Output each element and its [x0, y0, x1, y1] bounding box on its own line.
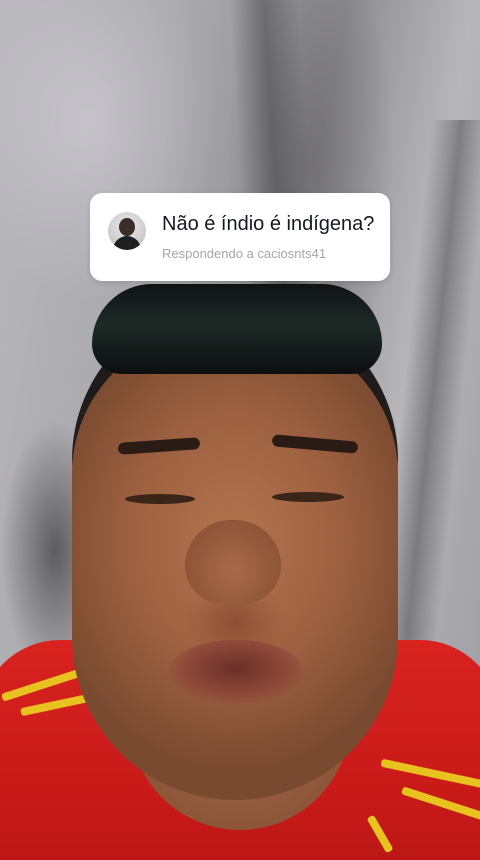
video-frame[interactable]: Não é índio é indígena? Respondendo a ca…: [0, 0, 480, 860]
left-eye: [125, 494, 195, 504]
right-eye: [272, 492, 344, 502]
person-nose: [185, 520, 281, 604]
video-background: [0, 0, 480, 860]
reply-question-text: Não é índio é indígena?: [162, 213, 375, 235]
reply-comment-card[interactable]: Não é índio é indígena? Respondendo a ca…: [90, 193, 390, 281]
avatar-head: [119, 218, 135, 236]
sunglasses-on-head: [92, 284, 382, 374]
avatar-body: [113, 236, 141, 250]
replying-to-label[interactable]: Respondendo a caciosnts41: [162, 246, 326, 262]
person-mouth: [168, 640, 304, 704]
user-avatar-icon[interactable]: [108, 212, 146, 250]
